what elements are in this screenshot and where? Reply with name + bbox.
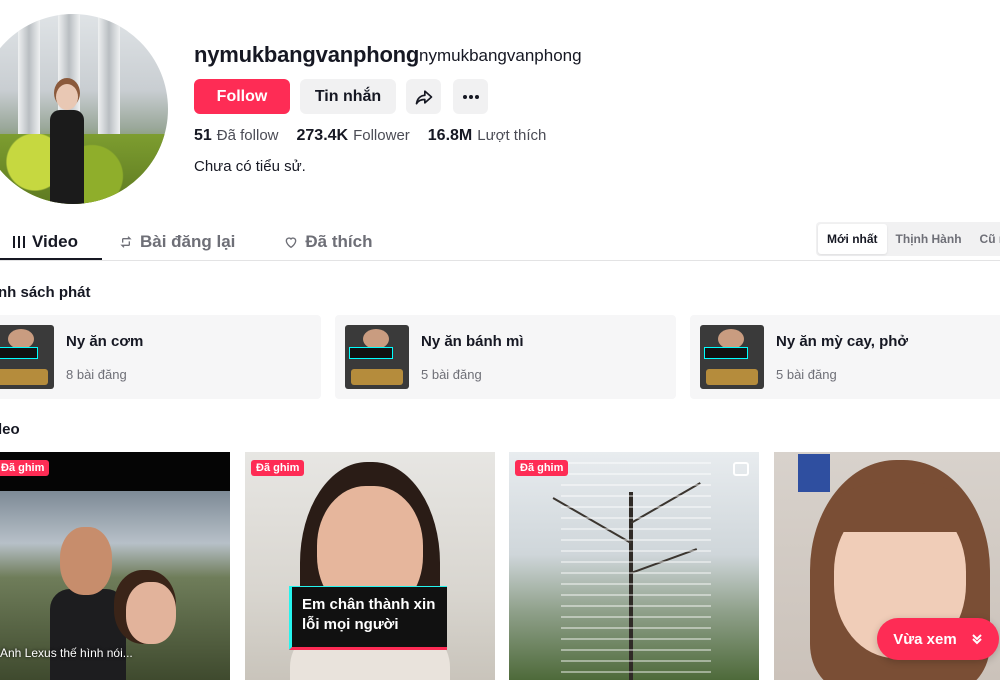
chevron-double-down-icon [971, 634, 982, 645]
playlist-card[interactable]: Ny ăn mỳ cay, phở 5 bài đăng [690, 315, 1000, 399]
tab-divider [0, 260, 1000, 261]
playlist-card[interactable]: Ny ăn bánh mì 5 bài đăng [335, 315, 676, 399]
follow-button[interactable]: Follow [194, 79, 290, 114]
tab-liked[interactable]: Đã thích [271, 224, 384, 260]
stat-followers[interactable]: 273.4K Follower [297, 127, 410, 145]
avatar-head [56, 84, 78, 110]
avatar-bush [0, 134, 168, 204]
playlist-thumbnail [345, 325, 409, 389]
sort-oldest[interactable]: Cũ nhất [971, 224, 1000, 254]
video-caption: Em chân thành xin lỗi mọi người [289, 586, 447, 650]
pinned-badge: Đã ghim [0, 460, 50, 476]
tab-label: Đã thích [305, 232, 373, 251]
person-head [126, 582, 176, 644]
profile-stats: 51 Đã follow 273.4K Follower 16.8M Lượt thí… [194, 127, 546, 145]
playlist-name: Ny ăn cơm [66, 333, 144, 350]
person-head [60, 527, 112, 595]
nickname: nymukbangvanphong [419, 46, 582, 65]
caption-line: Em chân thành xin [302, 596, 436, 613]
avatar-person [48, 84, 84, 204]
more-icon [462, 94, 479, 99]
video-card[interactable]: Đã ghim Anh Lexus thế hình nói... [0, 452, 230, 680]
thumb-face [718, 329, 744, 349]
stat-label: Lượt thích [477, 127, 547, 144]
profile-avatar[interactable] [0, 14, 168, 204]
share-icon [415, 89, 432, 104]
sort-toggle: Mới nhất Thịnh Hành Cũ nhất [816, 222, 1000, 256]
sort-popular[interactable]: Thịnh Hành [887, 224, 971, 254]
thumb-caption [704, 347, 748, 359]
playlists-heading: nh sách phát [0, 284, 91, 301]
heart-icon [286, 237, 297, 249]
stat-following[interactable]: 51 Đã follow [194, 127, 279, 145]
profile-tabs: Video Bài đăng lại Đã thích [0, 224, 384, 260]
playlist-card[interactable]: Ny ăn cơm 8 bài đăng [0, 315, 321, 399]
stat-label: Đã follow [216, 127, 279, 144]
avatar-pillar [18, 14, 40, 134]
pinned-badge: Đã ghim [251, 460, 305, 476]
grid-icon [13, 236, 25, 248]
recently-watched-button[interactable]: Vừa xem [877, 618, 999, 660]
photo-carousel-icon [733, 462, 749, 476]
tab-label: Video [32, 232, 78, 251]
more-button[interactable] [453, 79, 488, 114]
playlist-thumbnail [0, 325, 54, 389]
person-body [50, 589, 126, 680]
thumb-food [706, 369, 758, 385]
sort-newest[interactable]: Mới nhất [818, 224, 887, 254]
playlist-count: 5 bài đăng [776, 367, 837, 382]
person-bangs [830, 482, 970, 532]
recently-watched-label: Vừa xem [893, 630, 957, 648]
video-subtitle: Anh Lexus thế hình nói... [0, 646, 133, 660]
message-button[interactable]: Tin nhắn [300, 79, 396, 114]
stat-value: 273.4K [296, 127, 349, 144]
tab-label: Bài đăng lại [139, 232, 236, 251]
thumb-caption [349, 347, 393, 359]
caption-line: lỗi mọi người [302, 616, 399, 633]
tab-reposts[interactable]: Bài đăng lại [106, 224, 247, 260]
avatar-body [50, 110, 84, 204]
thumb-food [351, 369, 403, 385]
stat-value: 51 [194, 127, 212, 144]
playlist-name: Ny ăn mỳ cay, phở [776, 333, 909, 350]
thumb-face [8, 329, 34, 349]
video-text-overlay [561, 458, 711, 680]
avatar-pillar [98, 14, 120, 134]
playlist-thumbnail [700, 325, 764, 389]
background-poster [798, 454, 830, 492]
share-button[interactable] [406, 79, 441, 114]
thumb-face [363, 329, 389, 349]
thumb-caption [0, 347, 38, 359]
videos-heading: leo [0, 421, 20, 438]
video-card[interactable]: Đã ghim [509, 452, 759, 680]
username: nymukbangvanphong [194, 42, 420, 67]
repost-icon [120, 236, 132, 248]
profile-bio: Chưa có tiểu sử. [194, 158, 306, 175]
playlist-count: 8 bài đăng [66, 367, 127, 382]
thumb-food [0, 369, 48, 385]
stat-value: 16.8M [427, 127, 473, 144]
playlist-name: Ny ăn bánh mì [421, 333, 524, 350]
video-card[interactable]: Em chân thành xin lỗi mọi người Đã ghim [245, 452, 495, 680]
stat-likes: 16.8M Lượt thích [428, 127, 547, 145]
pinned-badge: Đã ghim [515, 460, 569, 476]
playlist-count: 5 bài đăng [421, 367, 482, 382]
tab-video[interactable]: Video [0, 224, 90, 260]
stat-label: Follower [353, 127, 410, 144]
